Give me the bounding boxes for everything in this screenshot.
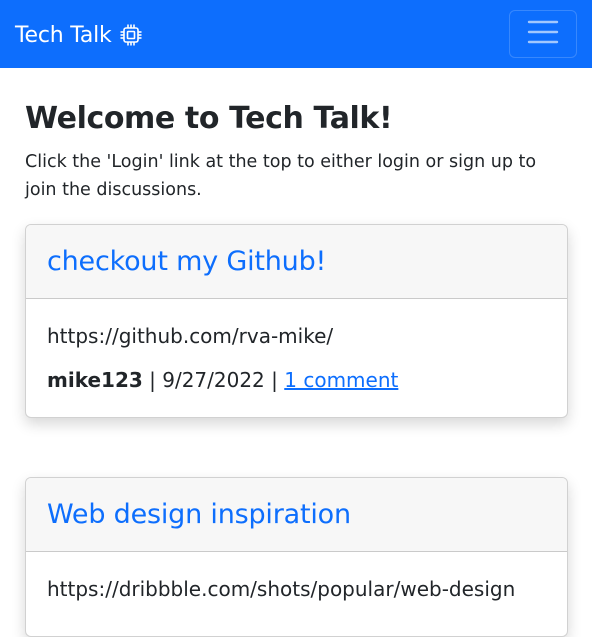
top-navbar: Tech Talk (0, 0, 592, 68)
post-date: 9/27/2022 (162, 368, 265, 392)
brand-link[interactable]: Tech Talk (15, 19, 143, 51)
hamburger-menu-icon (527, 19, 559, 49)
intro-text: Click the 'Login' link at the top to eit… (25, 152, 537, 200)
post-meta: mike123 | 9/27/2022 | 1 comment (47, 365, 546, 395)
post-card-body: https://dribbble.com/shots/popular/web-d… (26, 552, 567, 604)
brand-name: Tech Talk (15, 22, 112, 48)
post-card-header: Web design inspiration (26, 478, 567, 552)
page-title: Welcome to Tech Talk! (25, 101, 393, 136)
main-content: Welcome to Tech Talk! Click the 'Login' … (25, 100, 568, 637)
post-card-body: https://github.com/rva-mike/ mike123 | 9… (26, 299, 567, 395)
cpu-chip-icon (119, 23, 143, 47)
post-title-link[interactable]: checkout my Github! (47, 246, 326, 277)
post-author: mike123 (47, 368, 143, 392)
post-card: Web design inspiration https://dribbble.… (25, 477, 568, 637)
post-url: https://github.com/rva-mike/ (47, 324, 334, 348)
comments-link[interactable]: 1 comment (284, 368, 398, 392)
meta-separator: | (142, 368, 163, 392)
post-title-link[interactable]: Web design inspiration (47, 499, 351, 530)
post-card: checkout my Github! https://github.com/r… (25, 224, 568, 418)
meta-separator: | (264, 368, 285, 392)
navbar-toggle-button[interactable] (509, 10, 577, 58)
post-card-header: checkout my Github! (26, 225, 567, 299)
